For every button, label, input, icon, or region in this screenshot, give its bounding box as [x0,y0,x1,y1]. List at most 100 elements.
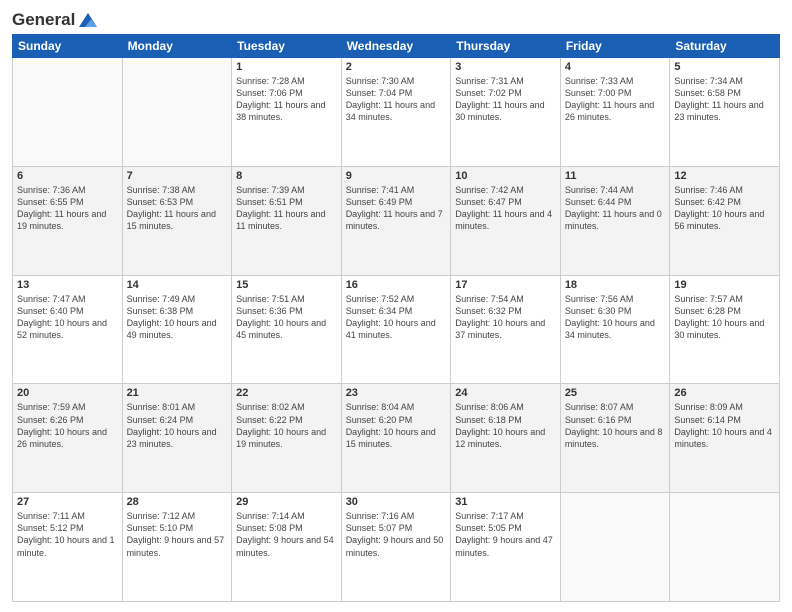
calendar-cell [13,58,123,167]
day-info: Sunrise: 7:49 AMSunset: 6:38 PMDaylight:… [127,293,228,342]
day-number: 10 [455,170,556,182]
week-row-1: 1 Sunrise: 7:28 AMSunset: 7:06 PMDaylight… [13,58,780,167]
day-number: 16 [346,279,447,291]
calendar-cell: 15Sunrise: 7:51 AMSunset: 6:36 PMDayligh… [232,275,342,384]
day-number: 6 [17,170,118,182]
calendar-cell: 20 Sunrise: 7:59 AMSunset: 6:26 PMDayligh… [13,384,123,493]
day-info: Sunrise: 7:11 AMSunset: 5:12 PMDaylight:… [17,510,118,559]
weekday-header-monday: Monday [122,35,232,58]
day-number: 30 [346,496,447,508]
weekday-header-row: SundayMondayTuesdayWednesdayThursdayFrid… [13,35,780,58]
day-info: Sunrise: 7:57 AMSunset: 6:28 PMDaylight:… [674,293,775,342]
calendar-cell: 27 Sunrise: 7:11 AMSunset: 5:12 PMDayligh… [13,493,123,602]
day-number: 11 [565,170,666,182]
day-number: 27 [17,496,118,508]
day-info: Sunrise: 7:39 AMSunset: 6:51 PMDaylight:… [236,184,337,233]
calendar-table: SundayMondayTuesdayWednesdayThursdayFrid… [12,34,780,602]
calendar-cell: 10 Sunrise: 7:42 AMSunset: 6:47 PMDayligh… [451,166,561,275]
calendar-cell: 2 Sunrise: 7:30 AMSunset: 7:04 PMDaylight… [341,58,451,167]
calendar-cell: 1 Sunrise: 7:28 AMSunset: 7:06 PMDaylight… [232,58,342,167]
day-number: 28 [127,496,228,508]
day-number: 18 [565,279,666,291]
calendar-cell: 16 Sunrise: 7:52 AMSunset: 6:34 PMDayligh… [341,275,451,384]
day-number: 26 [674,387,775,399]
weekday-header-wednesday: Wednesday [341,35,451,58]
calendar-cell: 6 Sunrise: 7:36 AMSunset: 6:55 PMDaylight… [13,166,123,275]
day-number: 12 [674,170,775,182]
day-info: Sunrise: 7:17 AMSunset: 5:05 PMDaylight:… [455,510,556,559]
day-info: Sunrise: 7:41 AMSunset: 6:49 PMDaylight:… [346,184,447,233]
calendar-cell: 5 Sunrise: 7:34 AMSunset: 6:58 PMDaylight… [670,58,780,167]
day-number: 5 [674,61,775,73]
week-row-4: 20 Sunrise: 7:59 AMSunset: 6:26 PMDayligh… [13,384,780,493]
day-number: 19 [674,279,775,291]
calendar-cell: 28 Sunrise: 7:12 AMSunset: 5:10 PMDayligh… [122,493,232,602]
day-number: 1 [236,61,337,73]
day-info: Sunrise: 7:28 AMSunset: 7:06 PMDaylight:… [236,75,337,124]
day-number: 2 [346,61,447,73]
calendar-cell: 23 Sunrise: 8:04 AMSunset: 6:20 PMDayligh… [341,384,451,493]
calendar-cell: 24 Sunrise: 8:06 AMSunset: 6:18 PMDayligh… [451,384,561,493]
day-number: 20 [17,387,118,399]
day-number: 25 [565,387,666,399]
day-info: Sunrise: 7:34 AMSunset: 6:58 PMDaylight:… [674,75,775,124]
calendar-cell: 9 Sunrise: 7:41 AMSunset: 6:49 PMDaylight… [341,166,451,275]
day-number: 31 [455,496,556,508]
day-info: Sunrise: 7:14 AMSunset: 5:08 PMDaylight:… [236,510,337,559]
day-info: Sunrise: 7:52 AMSunset: 6:34 PMDaylight:… [346,293,447,342]
day-info: Sunrise: 7:42 AMSunset: 6:47 PMDaylight:… [455,184,556,233]
calendar-cell: 18Sunrise: 7:56 AMSunset: 6:30 PMDayligh… [560,275,670,384]
calendar-cell: 26 Sunrise: 8:09 AMSunset: 6:14 PMDayligh… [670,384,780,493]
day-info: Sunrise: 7:12 AMSunset: 5:10 PMDaylight:… [127,510,228,559]
calendar-cell: 7 Sunrise: 7:38 AMSunset: 6:53 PMDaylight… [122,166,232,275]
day-info: Sunrise: 7:51 AMSunset: 6:36 PMDaylight:… [236,293,337,342]
day-info: Sunrise: 8:07 AMSunset: 6:16 PMDaylight:… [565,401,666,450]
week-row-5: 27 Sunrise: 7:11 AMSunset: 5:12 PMDayligh… [13,493,780,602]
day-number: 29 [236,496,337,508]
day-info: Sunrise: 8:06 AMSunset: 6:18 PMDaylight:… [455,401,556,450]
calendar-cell: 12Sunrise: 7:46 AMSunset: 6:42 PMDayligh… [670,166,780,275]
day-number: 7 [127,170,228,182]
logo-icon [77,11,99,29]
calendar-cell [670,493,780,602]
calendar-cell: 31 Sunrise: 7:17 AMSunset: 5:05 PMDayligh… [451,493,561,602]
calendar-cell: 29 Sunrise: 7:14 AMSunset: 5:08 PMDayligh… [232,493,342,602]
calendar-cell: 21Sunrise: 8:01 AMSunset: 6:24 PMDayligh… [122,384,232,493]
day-number: 8 [236,170,337,182]
week-row-3: 13Sunrise: 7:47 AMSunset: 6:40 PMDayligh… [13,275,780,384]
day-number: 23 [346,387,447,399]
header: General [12,10,780,26]
weekday-header-friday: Friday [560,35,670,58]
weekday-header-sunday: Sunday [13,35,123,58]
calendar-cell: 3 Sunrise: 7:31 AMSunset: 7:02 PMDaylight… [451,58,561,167]
day-number: 22 [236,387,337,399]
calendar-cell: 11 Sunrise: 7:44 AMSunset: 6:44 PMDayligh… [560,166,670,275]
day-number: 21 [127,387,228,399]
day-info: Sunrise: 7:16 AMSunset: 5:07 PMDaylight:… [346,510,447,559]
day-info: Sunrise: 7:38 AMSunset: 6:53 PMDaylight:… [127,184,228,233]
calendar-cell: 17 Sunrise: 7:54 AMSunset: 6:32 PMDayligh… [451,275,561,384]
calendar-cell [122,58,232,167]
day-info: Sunrise: 8:04 AMSunset: 6:20 PMDaylight:… [346,401,447,450]
calendar-cell [560,493,670,602]
day-number: 24 [455,387,556,399]
day-number: 17 [455,279,556,291]
day-info: Sunrise: 7:31 AMSunset: 7:02 PMDaylight:… [455,75,556,124]
day-info: Sunrise: 7:47 AMSunset: 6:40 PMDaylight:… [17,293,118,342]
calendar-cell: 8 Sunrise: 7:39 AMSunset: 6:51 PMDaylight… [232,166,342,275]
logo: General [12,10,99,26]
day-info: Sunrise: 7:30 AMSunset: 7:04 PMDaylight:… [346,75,447,124]
day-number: 4 [565,61,666,73]
calendar-cell: 13Sunrise: 7:47 AMSunset: 6:40 PMDayligh… [13,275,123,384]
day-info: Sunrise: 7:44 AMSunset: 6:44 PMDaylight:… [565,184,666,233]
day-info: Sunrise: 8:09 AMSunset: 6:14 PMDaylight:… [674,401,775,450]
calendar-cell: 25 Sunrise: 8:07 AMSunset: 6:16 PMDayligh… [560,384,670,493]
day-number: 3 [455,61,556,73]
day-number: 14 [127,279,228,291]
day-info: Sunrise: 7:36 AMSunset: 6:55 PMDaylight:… [17,184,118,233]
day-number: 9 [346,170,447,182]
day-info: Sunrise: 7:59 AMSunset: 6:26 PMDaylight:… [17,401,118,450]
day-info: Sunrise: 7:33 AMSunset: 7:00 PMDaylight:… [565,75,666,124]
day-info: Sunrise: 7:54 AMSunset: 6:32 PMDaylight:… [455,293,556,342]
calendar-page: General SundayMondayTuesdayWednesdayThur… [0,0,792,612]
